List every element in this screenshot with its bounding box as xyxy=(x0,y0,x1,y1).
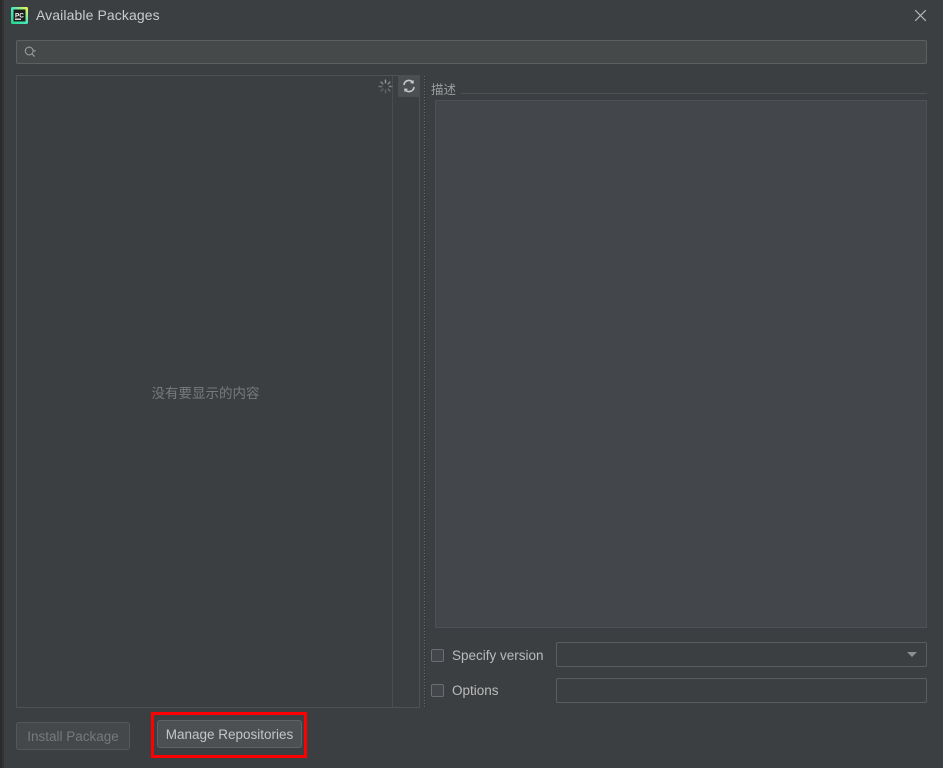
splitter-grip xyxy=(423,75,426,708)
options-checkbox[interactable] xyxy=(431,684,444,697)
version-dropdown[interactable] xyxy=(556,642,927,667)
manage-repositories-button[interactable]: Manage Repositories xyxy=(157,720,302,748)
dialog-title: Available Packages xyxy=(36,7,160,23)
refresh-icon[interactable] xyxy=(398,75,420,97)
list-toolbar xyxy=(374,73,420,99)
available-packages-list[interactable]: 没有要显示的内容 xyxy=(16,75,420,708)
install-package-button: Install Package xyxy=(16,722,130,750)
search-icon[interactable] xyxy=(23,45,38,60)
loading-spinner-icon xyxy=(374,75,396,97)
list-empty-message: 没有要显示的内容 xyxy=(17,76,394,707)
svg-text:PC: PC xyxy=(15,13,24,20)
close-button[interactable] xyxy=(897,0,943,31)
panel-splitter[interactable] xyxy=(420,75,430,708)
pycharm-icon: PC xyxy=(11,7,28,24)
specify-version-checkbox[interactable] xyxy=(431,649,444,662)
description-label: 描述 xyxy=(431,79,461,98)
options-label: Options xyxy=(452,683,499,698)
chevron-down-icon xyxy=(907,652,917,657)
search-input[interactable] xyxy=(38,42,926,62)
description-separator xyxy=(431,93,927,94)
search-field[interactable] xyxy=(16,40,927,64)
background-window-edge xyxy=(0,0,2,768)
description-content xyxy=(435,100,927,628)
close-icon xyxy=(914,9,927,22)
dialog-titlebar: PC Available Packages xyxy=(4,0,943,31)
specify-version-label: Specify version xyxy=(452,648,544,663)
list-scrollbar[interactable] xyxy=(393,76,419,707)
available-packages-dialog: PC Available Packages 没有要显示的内容 xyxy=(0,0,943,768)
options-input[interactable] xyxy=(556,678,927,703)
